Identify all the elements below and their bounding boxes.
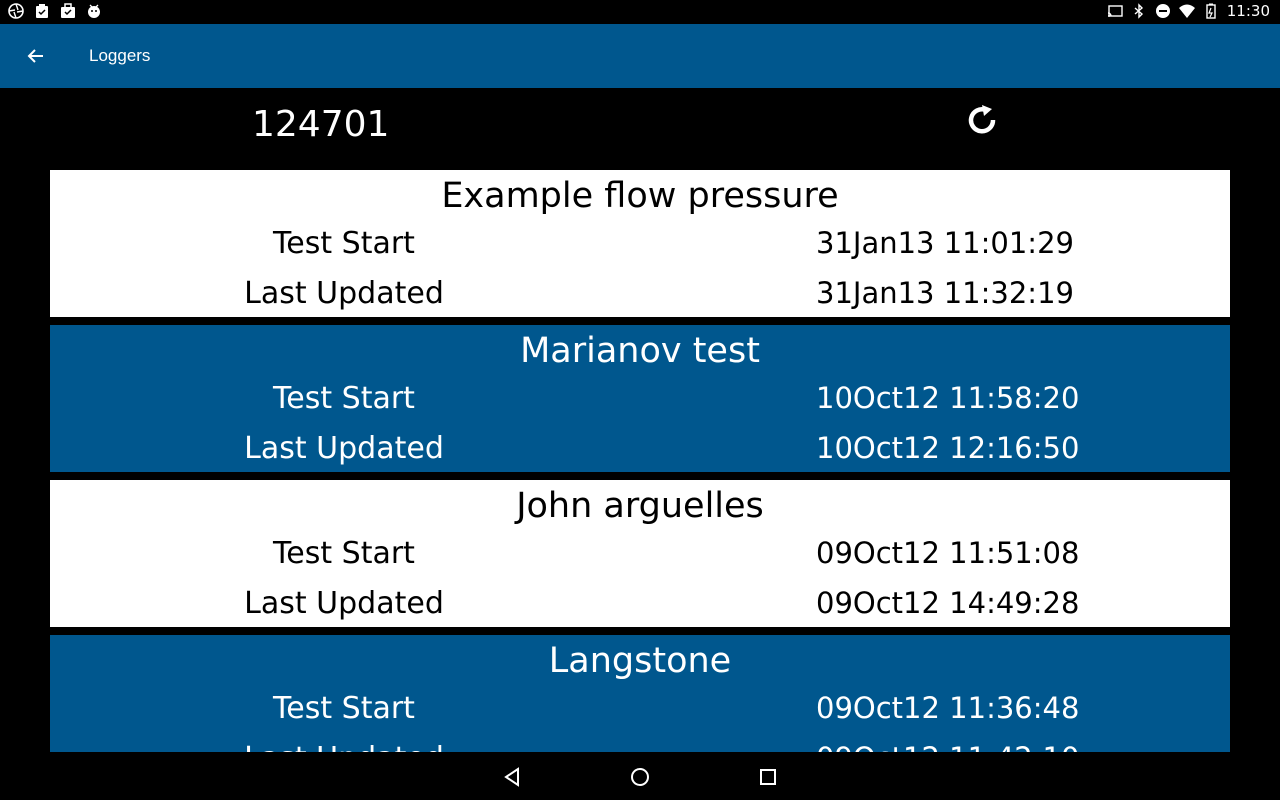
site-id: 124701 [252, 104, 390, 145]
last-updated-row: Last Updated 09Oct12 14:49:28 [50, 586, 1230, 626]
nav-back-button[interactable] [499, 764, 525, 790]
last-updated-value: 10Oct12 12:16:50 [816, 431, 1080, 465]
cast-icon [1107, 5, 1123, 17]
app-bar-title: Loggers [89, 46, 151, 65]
test-start-label: Test Start [273, 381, 415, 416]
test-start-value: 09Oct12 11:36:48 [816, 691, 1080, 725]
last-updated-label: Last Updated [244, 431, 444, 466]
wifi-icon [1178, 4, 1195, 18]
test-start-value: 09Oct12 11:51:08 [816, 536, 1080, 570]
refresh-button[interactable] [962, 100, 1002, 140]
test-start-label: Test Start [273, 691, 415, 726]
nav-recents-button[interactable] [755, 764, 781, 790]
status-time: 11:30 [1226, 2, 1270, 20]
status-bar: 11:30 [0, 0, 1280, 24]
bluetooth-icon [1134, 3, 1143, 19]
do-not-disturb-icon [1155, 4, 1170, 18]
logger-list: Example flow pressure Test Start 31Jan13… [50, 170, 1230, 752]
back-triangle-icon [504, 767, 519, 787]
battery-icon [1206, 3, 1216, 19]
logger-name: Example flow pressure [441, 176, 839, 216]
logger-name: Langstone [548, 641, 732, 681]
main-content: 124701 Example flow pressure Test Start … [0, 88, 1280, 752]
test-start-value: 10Oct12 11:58:20 [816, 381, 1080, 415]
test-start-row: Test Start 09Oct12 11:51:08 [50, 536, 1230, 576]
clipboard-icon [36, 4, 48, 18]
android-icon [88, 4, 100, 18]
last-updated-value: 09Oct12 11:42:10 [816, 741, 1079, 752]
app-bar: Loggers [0, 24, 1280, 88]
status-left-icons [8, 3, 102, 19]
logger-name: John arguelles [516, 486, 764, 526]
logger-card[interactable]: Langstone Test Start 09Oct12 11:36:48 La… [50, 635, 1230, 752]
recents-square-icon [760, 769, 776, 785]
test-start-label: Test Start [273, 536, 415, 571]
back-button[interactable] [18, 38, 54, 74]
last-updated-row: Last Updated 09Oct12 11:42:10 [50, 741, 1230, 752]
last-updated-label: Last Updated [244, 586, 444, 621]
last-updated-value: 31Jan13 11:32:19 [816, 276, 1074, 310]
logger-card[interactable]: Example flow pressure Test Start 31Jan13… [50, 170, 1230, 317]
system-nav-bar [0, 752, 1280, 800]
briefcase-icon [61, 3, 75, 18]
test-start-label: Test Start [273, 226, 415, 261]
status-right-icons: 11:30 [1107, 2, 1270, 20]
logger-card[interactable]: Marianov test Test Start 10Oct12 11:58:2… [50, 325, 1230, 472]
arrow-back-icon [27, 49, 43, 63]
test-start-value: 31Jan13 11:01:29 [816, 226, 1074, 260]
logger-card[interactable]: John arguelles Test Start 09Oct12 11:51:… [50, 480, 1230, 627]
aperture-icon [8, 3, 24, 19]
last-updated-label: Last Updated [244, 741, 444, 752]
test-start-row: Test Start 09Oct12 11:36:48 [50, 691, 1230, 731]
last-updated-row: Last Updated 31Jan13 11:32:19 [50, 276, 1230, 316]
home-circle-icon [631, 768, 649, 786]
last-updated-row: Last Updated 10Oct12 12:16:50 [50, 431, 1230, 471]
nav-home-button[interactable] [627, 764, 653, 790]
test-start-row: Test Start 10Oct12 11:58:20 [50, 381, 1230, 421]
logger-name: Marianov test [520, 331, 760, 371]
refresh-icon [968, 105, 996, 134]
last-updated-label: Last Updated [244, 276, 444, 311]
last-updated-value: 09Oct12 14:49:28 [816, 586, 1080, 620]
test-start-row: Test Start 31Jan13 11:01:29 [50, 226, 1230, 266]
